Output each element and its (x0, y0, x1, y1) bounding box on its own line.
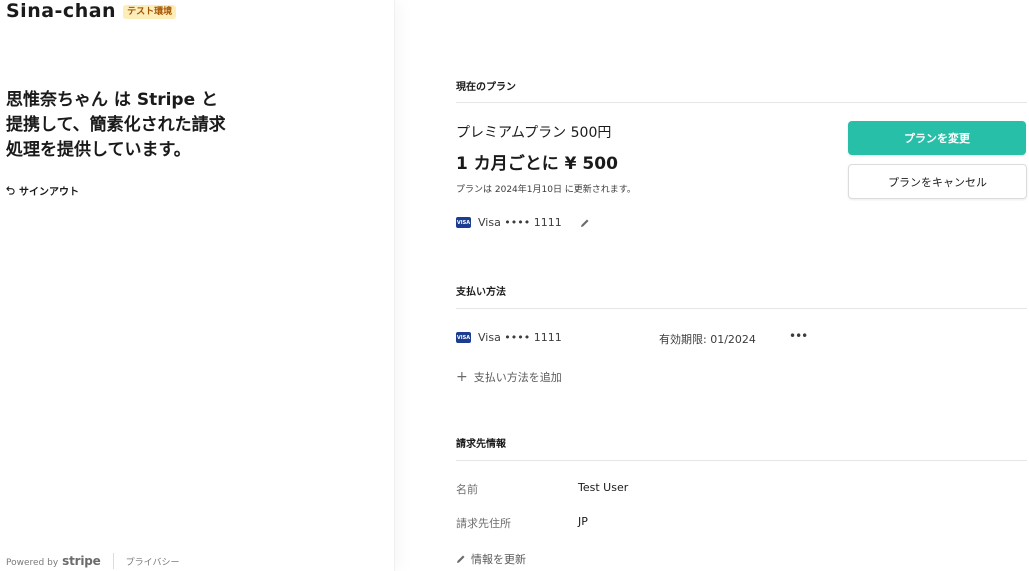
return-arrow-icon (6, 186, 15, 195)
billing-address-value: JP (578, 515, 588, 528)
left-footer: Powered by stripe プライバシー (6, 553, 179, 569)
cancel-plan-button[interactable]: プランをキャンセル (848, 164, 1027, 199)
visa-icon: VISA (456, 217, 471, 228)
payment-methods-divider (456, 308, 1027, 309)
payment-method-expiry: 有効期限: 01/2024 (659, 333, 756, 346)
add-payment-method-button[interactable]: + 支払い方法を追加 (456, 369, 562, 385)
brand: Sina-chan テスト環境 (6, 0, 177, 22)
test-mode-badge: テスト環境 (123, 5, 177, 19)
headline: 思惟奈ちゃん は Stripe と提携して、簡素化された請求処理を提供しています… (6, 90, 226, 160)
pencil-icon (580, 219, 589, 227)
pencil-icon (457, 555, 465, 563)
powered-by-label: Powered by (6, 558, 59, 568)
more-options-button[interactable]: ••• (789, 329, 808, 343)
update-info-label: 情報を更新 (471, 553, 526, 566)
billing-info-divider (456, 460, 1027, 461)
add-payment-method-label: 支払い方法を追加 (473, 371, 562, 384)
footer-divider (112, 553, 114, 569)
billing-address-label: 請求先住所 (456, 517, 511, 530)
name-label: 名前 (456, 483, 478, 496)
payment-methods-title: 支払い方法 (456, 287, 506, 298)
stripe-logo: stripe (62, 554, 101, 568)
visa-icon: VISA (456, 332, 471, 343)
payment-method-label: Visa •••• 1111 (478, 331, 562, 344)
plan-name: プレミアムプラン 500円 (456, 125, 612, 141)
brand-name: Sina-chan (6, 0, 117, 22)
update-info-button[interactable]: 情報を更新 (456, 551, 526, 567)
signout-label: サインアウト (19, 187, 79, 198)
billing-info-title: 請求先情報 (456, 439, 506, 450)
current-plan-divider (456, 102, 1027, 103)
edit-card-button[interactable] (580, 218, 590, 228)
renewal-notice: プランは 2024年1月10日 に更新されます。 (456, 185, 636, 195)
payment-method-row: VISA Visa •••• 1111 (456, 331, 562, 344)
signout-link[interactable]: サインアウト (6, 183, 79, 198)
plus-icon: + (456, 369, 468, 385)
plan-price: 1 カ月ごとに ¥ 500 (456, 154, 618, 174)
current-plan-title: 現在のプラン (456, 82, 516, 93)
privacy-link[interactable]: プライバシー (126, 555, 180, 568)
main-panel: 現在のプラン プレミアムプラン 500円 1 カ月ごとに ¥ 500 プランは … (456, 0, 1027, 571)
change-plan-button[interactable]: プランを変更 (848, 121, 1026, 155)
plan-card-row: VISA Visa •••• 1111 (456, 216, 590, 229)
name-value: Test User (578, 481, 629, 494)
plan-card-label: Visa •••• 1111 (478, 216, 562, 229)
powered-by-stripe-link[interactable]: Powered by stripe (6, 554, 101, 568)
left-panel: Sina-chan テスト環境 思惟奈ちゃん は Stripe と提携して、簡素… (0, 0, 395, 571)
